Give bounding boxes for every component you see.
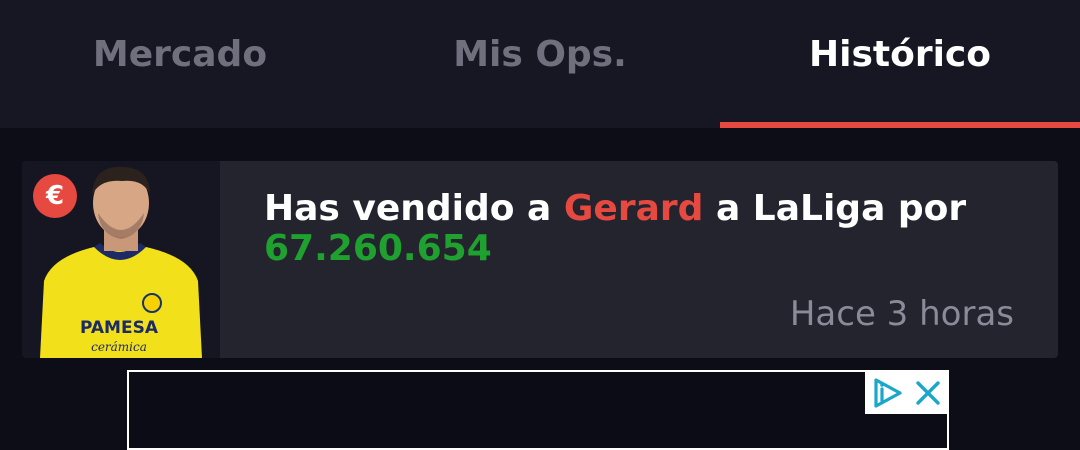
- message-prefix: Has vendido a: [264, 188, 564, 229]
- message-middle: a LaLiga por: [703, 188, 967, 229]
- shirt-sponsor: PAMESA: [80, 318, 159, 338]
- tab-mercado[interactable]: Mercado: [0, 0, 360, 128]
- shirt-sponsor-sub: cerámica: [91, 340, 147, 354]
- euro-icon: €: [33, 174, 77, 218]
- close-icon[interactable]: [914, 379, 942, 407]
- adchoices-icon[interactable]: [870, 376, 904, 410]
- tab-mis-ops[interactable]: Mis Ops.: [360, 0, 720, 128]
- sale-amount: 67.260.654: [264, 228, 492, 269]
- ad-controls: [865, 372, 947, 414]
- tab-historico[interactable]: Histórico: [720, 0, 1080, 128]
- activity-timestamp: Hace 3 horas: [789, 294, 1014, 334]
- ad-banner[interactable]: [127, 370, 949, 450]
- activity-message: Has vendido a Gerard a LaLiga por 67.260…: [264, 189, 1024, 269]
- player-name: Gerard: [563, 188, 704, 229]
- player-photo[interactable]: PAMESA cerámica €: [22, 161, 220, 358]
- tab-bar: Mercado Mis Ops. Histórico: [0, 0, 1080, 128]
- tab-label: Histórico: [808, 33, 991, 75]
- tab-label: Mis Ops.: [453, 33, 627, 75]
- tab-label: Mercado: [92, 33, 268, 75]
- activity-card[interactable]: PAMESA cerámica € Has vendido a Gerard a…: [22, 161, 1058, 358]
